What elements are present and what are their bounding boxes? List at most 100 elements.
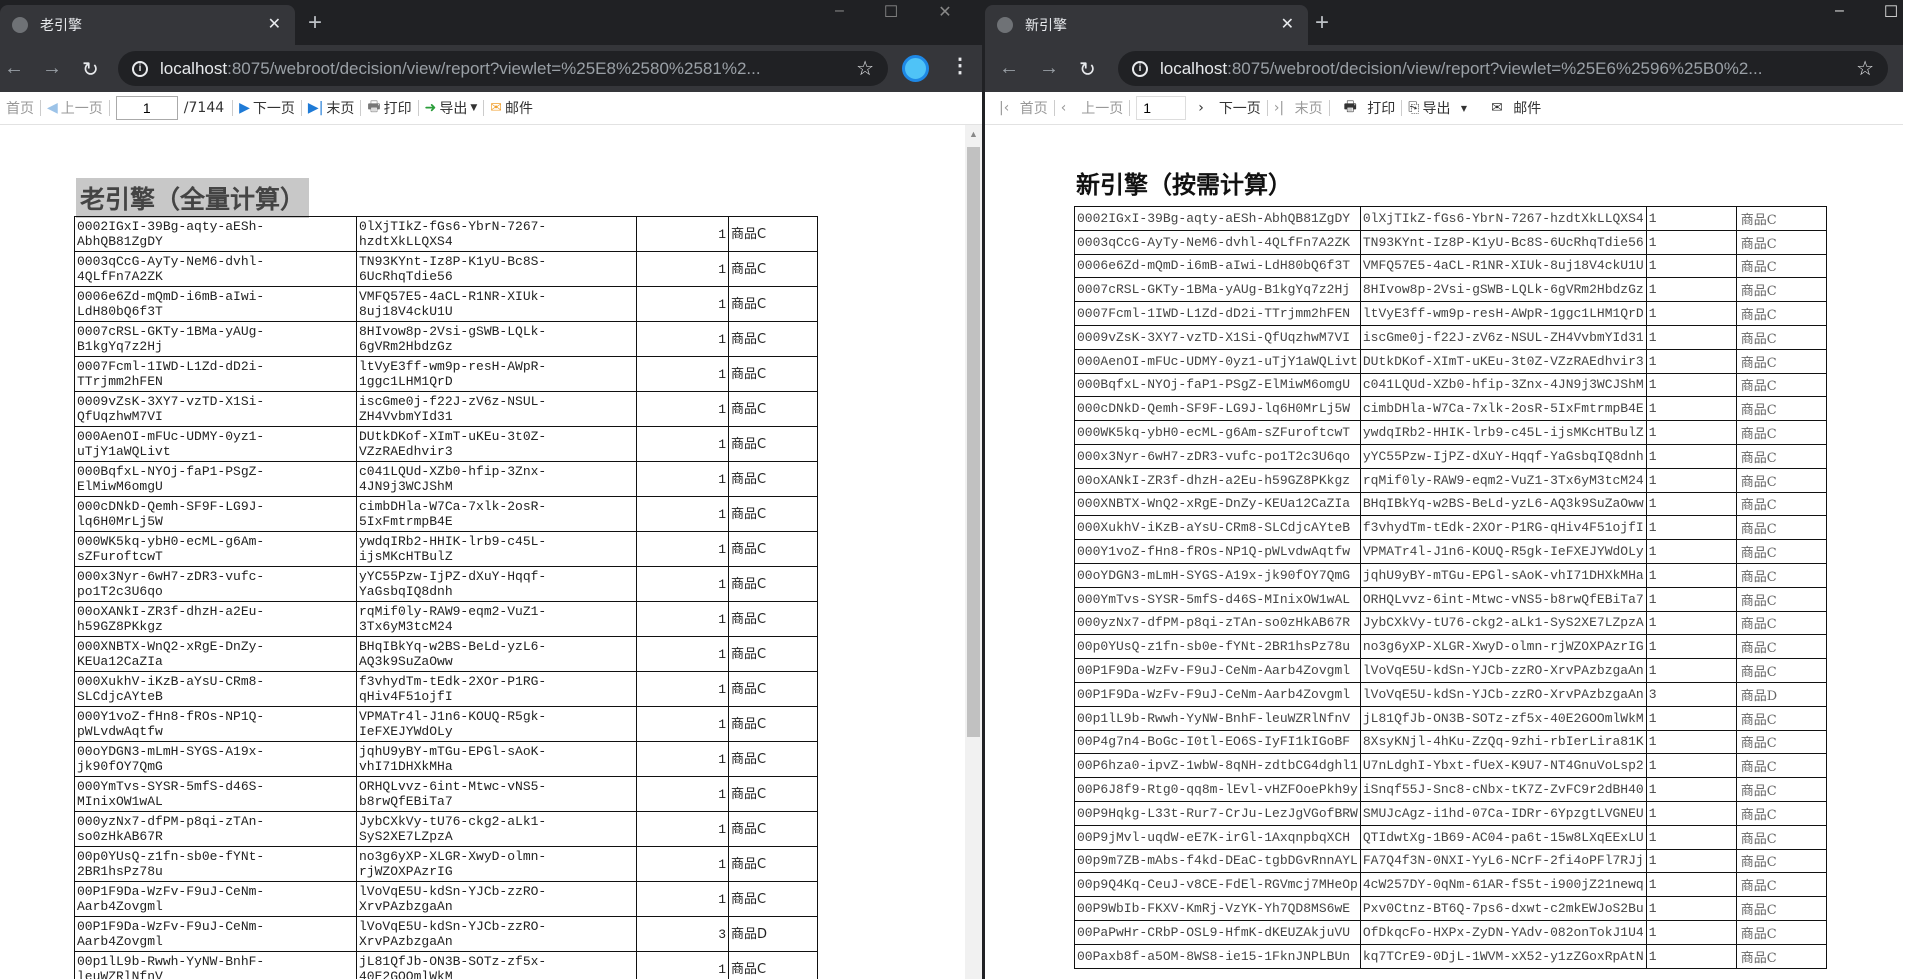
bookmark-star-icon[interactable]: ☆ [856,56,874,81]
bookmark-star-icon[interactable]: ☆ [1856,56,1874,81]
cell-text: lVoVqE5U-kdSn-YJCb-zzRO-XrvPAzbzgaAn [1362,686,1644,702]
product-cell: 商品C [1735,301,1827,326]
next-page-button[interactable]: › 下一页 [1192,98,1267,118]
vertical-scrollbar[interactable]: ▲ [965,125,982,979]
menu-icon[interactable]: ⋮ [950,53,970,78]
id-cell: 00P1F9Da-WzFv-F9uJ-CeNm-Aarb4Zovgml [1074,658,1361,683]
back-button[interactable]: ← [4,57,24,80]
cell-text: 商品C [1740,260,1777,276]
id-cell: 000AenOI-mFUc-UDMY-0yz1-uTjY1aWQLivt [74,426,357,462]
next-page-button[interactable]: ▶ 下一页 [233,98,301,118]
maximize-button[interactable]: ☐ [884,2,898,22]
product-cell: 商品C [1735,896,1827,921]
product-cell: 商品C [1735,420,1827,445]
mail-button[interactable]: ✉ 邮件 [484,98,539,118]
browser-tab[interactable]: 老引擎 ✕ [0,5,295,45]
id-cell: 0006e6Zd-mQmD-i6mB-aIwi-LdH80bQ6f3T [74,286,357,322]
code-cell: VPMATr4l-J1n6-KOUQ-R5gk-IeFXEJYWdOLy [1359,539,1647,564]
cell-text: 商品C [1740,855,1777,871]
next-label: 下一页 [1218,101,1261,117]
cell-text: 1 [1648,805,1657,821]
forward-button[interactable]: → [42,57,62,80]
product-cell: 商品C [728,846,818,882]
code-cell: BHqIBkYq-w2BS-BeLd-yzL6-AQ3k9SuZaOww [356,636,637,672]
close-tab-icon[interactable]: ✕ [1281,14,1294,34]
extension-icon[interactable] [902,55,929,82]
new-tab-button[interactable]: + [308,9,322,37]
cell-text: 商品C [1740,355,1777,371]
last-page-button[interactable]: ▶| 末页 [302,98,360,118]
cell-text: cimbDHla-W7Ca-7xlk-2osR-5IxFmtrmpB4E [359,499,547,529]
page-number-input[interactable] [115,96,178,120]
browser-tab[interactable]: 新引擎 ✕ [985,5,1308,45]
table-row: 00Paxb8f-a5OM-8WS8-ie15-1FknJNPLBUn kq7TC… [1074,943,1827,969]
product-cell: 商品D [1735,681,1827,707]
close-window-button[interactable]: ✕ [938,2,951,22]
cell-text: 1 [718,786,726,802]
code-cell: rqMif0ly-RAW9-eqm2-VuZ1-3Tx6yM3tcM24 [356,601,637,637]
cell-text: f3vhydTm-tEdk-2XOr-P1RG-qHiv4F51ojfI [359,674,547,704]
url-input[interactable]: i localhost:8075/webroot/decision/view/r… [1118,51,1888,86]
quantity-cell: 1 [1645,348,1737,374]
print-button[interactable]: 🖶 打印 [361,96,417,120]
back-button[interactable]: ← [999,57,1019,80]
minimize-button[interactable]: – [1835,2,1844,22]
cell-text: 商品C [1740,760,1777,776]
quantity-cell: 1 [1645,800,1737,826]
product-cell: 商品C [1735,396,1827,422]
cell-text: 00oYDGN3-mLmH-SYGS-A19x-jk90fOY7QmG [1077,567,1351,583]
cell-text: 商品C [731,821,767,837]
export-button[interactable]: ➜ 导出 ▼ [419,98,484,118]
cell-text: 1 [1648,425,1657,441]
mail-button[interactable]: ✉ 邮件 [1473,98,1547,118]
cell-text: 00p9m7ZB-mAbs-f4kd-DEaC-tgbDGvRnnAYL [1077,853,1358,869]
forward-button[interactable]: → [1039,57,1059,80]
cell-text: 1 [1648,377,1657,393]
id-cell: 000XNBTX-WnQ2-xRgE-DnZy-KEUa12CaZIa [74,636,357,672]
table-row: 00P1F9Da-WzFv-F9uJ-CeNm-Aarb4Zovgml lVoVq… [1074,681,1827,707]
code-cell: 4cW257DY-0qNm-61AR-fS5t-i900jZ21newq [1359,872,1647,898]
page-number-input[interactable] [1136,96,1187,120]
minimize-button[interactable]: – [835,2,844,22]
scrollbar-thumb[interactable] [967,147,980,737]
cell-text: 1 [718,611,726,627]
new-tab-button[interactable]: + [1315,9,1329,37]
url-host: localhost [160,58,228,78]
cell-text: 商品C [731,576,767,592]
close-tab-icon[interactable]: ✕ [268,14,281,34]
last-page-button[interactable]: ›| 末页 [1268,98,1329,118]
table-row: 000yzNx7-dfPM-p8qi-zTAn-so0zHkAB67R JybCX… [74,811,818,847]
quantity-cell: 1 [1645,943,1737,969]
cell-text: 000YmTvs-SYSR-5mfS-d46S-MInixOW1wAL [77,779,265,809]
cell-text: 1 [718,681,726,697]
cell-text: 000AenOI-mFUc-UDMY-0yz1-uTjY1aWQLivt [1077,353,1358,369]
cell-text: ywdqIRb2-HHIK-lrb9-c45L-ijsMKcHTBulZ [1362,425,1644,441]
first-page-button[interactable]: |‹ 首页 [993,98,1054,118]
cell-text: TN93KYnt-Iz8P-K1yU-Bc8S-6UcRhqTdie56 [359,254,547,284]
first-page-button[interactable]: 首页 [0,98,40,118]
url-input[interactable]: i localhost:8075/webroot/decision/view/r… [118,51,888,86]
cell-text: 1 [1648,782,1657,798]
info-icon[interactable]: i [132,60,148,77]
maximize-button[interactable]: ☐ [1884,2,1898,22]
table-row: 000YmTvs-SYSR-5mfS-d46S-MInixOW1wAL ORHQL… [74,776,818,812]
reload-button[interactable]: ↻ [1079,57,1096,82]
table-row: 000cDNkD-Qemh-SF9F-LG9J-lq6H0MrLj5W cimbD… [1074,396,1827,422]
quantity-cell: 1 [1645,420,1737,445]
cell-text: 商品D [731,926,768,942]
id-cell: 0007Fcml-1IWD-L1Zd-dD2i-TTrjmm2hFEN [74,356,357,392]
cell-text: 商品C [1740,308,1777,324]
cell-text: 000XNBTX-WnQ2-xRgE-DnZy-KEUa12CaZIa [77,639,265,669]
product-cell: 商品C [1735,943,1827,969]
quantity-cell: 1 [1645,277,1737,303]
quantity-cell: 1 [636,601,729,637]
print-button[interactable]: 🖶 打印 [1330,96,1402,120]
prev-page-button[interactable]: ◀ 上一页 [41,98,109,118]
cell-text: 1 [1648,829,1657,845]
scroll-up-icon[interactable]: ▲ [969,129,978,139]
table-row: 00p1lL9b-Rwwh-YyNW-BnhF-leuWZRlNfnV jL81Q… [74,951,818,979]
export-button[interactable]: ⎘ 导出 ▼ [1402,98,1473,118]
info-icon[interactable]: i [1132,60,1148,77]
reload-button[interactable]: ↻ [82,57,99,82]
prev-page-button[interactable]: ‹ 上一页 [1055,98,1130,118]
